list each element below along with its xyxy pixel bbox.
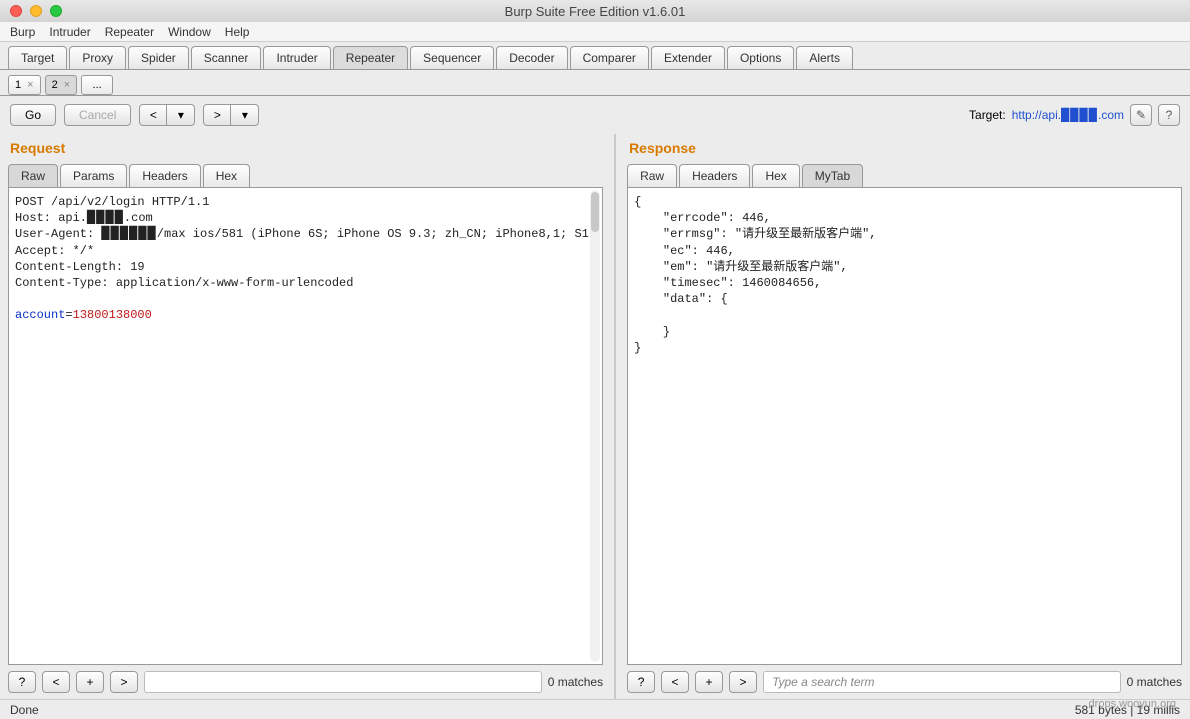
tab-options[interactable]: Options bbox=[727, 46, 794, 69]
history-next-group: > ▾ bbox=[203, 104, 259, 126]
repeater-subtabs: 1× 2× ... bbox=[0, 70, 1190, 96]
menu-intruder[interactable]: Intruder bbox=[49, 25, 90, 39]
close-icon[interactable] bbox=[10, 5, 22, 17]
subtab-more[interactable]: ... bbox=[81, 75, 113, 95]
go-button[interactable]: Go bbox=[10, 104, 56, 126]
response-editor[interactable]: { "errcode": 446, "errmsg": "请升级至最新版客户端"… bbox=[627, 187, 1182, 665]
tab-intruder[interactable]: Intruder bbox=[263, 46, 330, 69]
menu-help[interactable]: Help bbox=[225, 25, 250, 39]
search-next-button[interactable]: > bbox=[110, 671, 138, 693]
window-controls bbox=[0, 5, 62, 17]
tab-repeater[interactable]: Repeater bbox=[333, 46, 408, 69]
response-title: Response bbox=[627, 134, 1182, 164]
response-tab-hex[interactable]: Hex bbox=[752, 164, 799, 187]
response-search-input[interactable]: Type a search term bbox=[763, 671, 1121, 693]
response-tab-headers[interactable]: Headers bbox=[679, 164, 750, 187]
edit-target-button[interactable]: ✎ bbox=[1130, 104, 1152, 126]
response-search-row: ? < + > Type a search term 0 matches bbox=[627, 665, 1182, 699]
search-add-button[interactable]: + bbox=[695, 671, 723, 693]
main-tabs: Target Proxy Spider Scanner Intruder Rep… bbox=[0, 42, 1190, 70]
request-tab-hex[interactable]: Hex bbox=[203, 164, 250, 187]
tab-comparer[interactable]: Comparer bbox=[570, 46, 649, 69]
status-bar: Done 581 bytes | 19 millis bbox=[0, 699, 1190, 719]
split-container: Request Raw Params Headers Hex POST /api… bbox=[0, 134, 1190, 699]
prev-menu-button[interactable]: ▾ bbox=[167, 104, 195, 126]
tab-sequencer[interactable]: Sequencer bbox=[410, 46, 494, 69]
request-tab-raw[interactable]: Raw bbox=[8, 164, 58, 187]
help-button[interactable]: ? bbox=[1158, 104, 1180, 126]
minimize-icon[interactable] bbox=[30, 5, 42, 17]
request-search-row: ? < + > 0 matches bbox=[8, 665, 603, 699]
tab-scanner[interactable]: Scanner bbox=[191, 46, 262, 69]
tab-proxy[interactable]: Proxy bbox=[69, 46, 126, 69]
search-next-button[interactable]: > bbox=[729, 671, 757, 693]
watermark: drops.wooyun.org bbox=[1089, 698, 1176, 710]
response-view-tabs: Raw Headers Hex MyTab bbox=[627, 164, 1182, 187]
prev-button[interactable]: < bbox=[139, 104, 167, 126]
request-editor[interactable]: POST /api/v2/login HTTP/1.1 Host: api.▉▉… bbox=[8, 187, 603, 665]
request-title: Request bbox=[8, 134, 603, 164]
tab-decoder[interactable]: Decoder bbox=[496, 46, 567, 69]
subtab-1[interactable]: 1× bbox=[8, 75, 41, 95]
next-menu-button[interactable]: ▾ bbox=[231, 104, 259, 126]
search-help-button[interactable]: ? bbox=[627, 671, 655, 693]
menubar: Burp Intruder Repeater Window Help bbox=[0, 22, 1190, 42]
target-host: http://api.▉▉▉▉.com bbox=[1012, 108, 1124, 122]
pane-divider[interactable] bbox=[611, 134, 619, 699]
status-left: Done bbox=[10, 703, 39, 717]
target-row: Target: http://api.▉▉▉▉.com ✎ ? bbox=[969, 104, 1180, 126]
request-view-tabs: Raw Params Headers Hex bbox=[8, 164, 603, 187]
next-button[interactable]: > bbox=[203, 104, 231, 126]
request-tab-headers[interactable]: Headers bbox=[129, 164, 200, 187]
window-title: Burp Suite Free Edition v1.6.01 bbox=[0, 4, 1190, 19]
scrollbar-thumb[interactable] bbox=[591, 192, 599, 232]
subtab-2[interactable]: 2× bbox=[45, 75, 78, 95]
close-icon[interactable]: × bbox=[64, 79, 70, 91]
close-icon[interactable]: × bbox=[27, 79, 33, 91]
titlebar: Burp Suite Free Edition v1.6.01 bbox=[0, 0, 1190, 22]
response-match-count: 0 matches bbox=[1127, 675, 1182, 689]
menu-window[interactable]: Window bbox=[168, 25, 211, 39]
target-label: Target: bbox=[969, 108, 1006, 122]
repeater-toolbar: Go Cancel < ▾ > ▾ Target: http://api.▉▉▉… bbox=[0, 96, 1190, 134]
help-icon: ? bbox=[1166, 108, 1173, 122]
request-search-input[interactable] bbox=[144, 671, 542, 693]
tab-alerts[interactable]: Alerts bbox=[796, 46, 853, 69]
response-tab-mytab[interactable]: MyTab bbox=[802, 164, 863, 187]
response-tab-raw[interactable]: Raw bbox=[627, 164, 677, 187]
history-prev-group: < ▾ bbox=[139, 104, 195, 126]
search-help-button[interactable]: ? bbox=[8, 671, 36, 693]
search-prev-button[interactable]: < bbox=[661, 671, 689, 693]
tab-spider[interactable]: Spider bbox=[128, 46, 189, 69]
response-pane: Response Raw Headers Hex MyTab { "errcod… bbox=[619, 134, 1190, 699]
cancel-button[interactable]: Cancel bbox=[64, 104, 131, 126]
tab-target[interactable]: Target bbox=[8, 46, 67, 69]
request-tab-params[interactable]: Params bbox=[60, 164, 127, 187]
request-pane: Request Raw Params Headers Hex POST /api… bbox=[0, 134, 611, 699]
search-prev-button[interactable]: < bbox=[42, 671, 70, 693]
menu-burp[interactable]: Burp bbox=[10, 25, 35, 39]
scrollbar[interactable] bbox=[590, 190, 600, 662]
request-match-count: 0 matches bbox=[548, 675, 603, 689]
pencil-icon: ✎ bbox=[1136, 108, 1146, 122]
zoom-icon[interactable] bbox=[50, 5, 62, 17]
menu-repeater[interactable]: Repeater bbox=[105, 25, 154, 39]
search-add-button[interactable]: + bbox=[76, 671, 104, 693]
tab-extender[interactable]: Extender bbox=[651, 46, 725, 69]
